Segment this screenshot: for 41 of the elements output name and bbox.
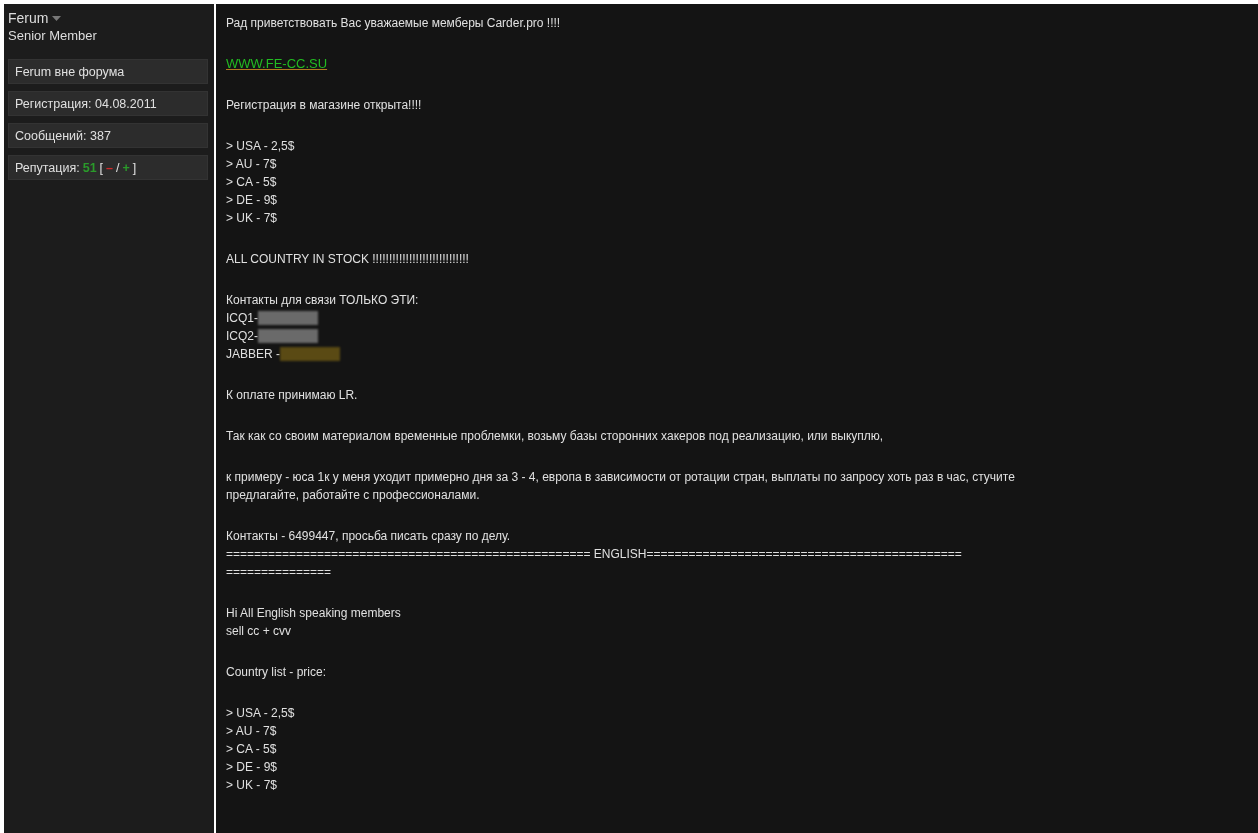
reputation-part: [ — [99, 161, 104, 174]
contact-label: JABBER - — [226, 346, 280, 363]
reputation-part: / — [116, 161, 120, 174]
post-text: к примеру - юса 1к у меня уходит примерно дня за 3 - 4, европа в зависимости от ротации стран, выплаты по запросу хоть раз в час, стучите — [226, 469, 1016, 486]
contact-label: ICQ2- — [226, 328, 258, 345]
post-text: ALL COUNTRY IN STOCK !!!!!!!!!!!!!!!!!!!!!!!!!!!!! — [226, 251, 470, 268]
reputation-part: + — [122, 161, 130, 174]
user-title: Senior Member — [8, 28, 98, 43]
caret-icon[interactable] — [52, 15, 62, 21]
post-text: Контакты для связи ТОЛЬКО ЭТИ: — [226, 292, 420, 309]
post-text: > CA - 5$ — [226, 741, 278, 758]
post-text: Так как со своим материалом временные проблемки, возьму базы сторонних хакеров под реализацию, или выкуплю, — [226, 428, 885, 445]
info-box: Ferum вне форума — [8, 59, 208, 84]
post-text: sell cc + cvv — [226, 623, 292, 640]
post-text: > USA - 2,5$ — [226, 705, 296, 722]
info-box: Регистрация: 04.08.2011 — [8, 91, 208, 116]
post-text: > CA - 5$ — [226, 174, 278, 191]
info-box: Сообщений: 387 — [8, 123, 208, 148]
reputation-part: ] — [132, 161, 137, 174]
post-text: > DE - 9$ — [226, 192, 279, 209]
post-text: > USA - 2,5$ — [226, 138, 296, 155]
post-text: > UK - 7$ — [226, 210, 279, 227]
post-text: Контакты - 6499447, просьба писать сразу по делу. — [226, 528, 512, 545]
post-text: > UK - 7$ — [226, 777, 279, 794]
post-text: ==================================================== ENGLISH============================================= — [226, 546, 963, 563]
post-text: Регистрация в магазине открыта!!!! — [226, 97, 423, 114]
reputation-part: 51 — [82, 161, 97, 174]
username-link[interactable]: Ferum — [8, 10, 49, 26]
post-text: К оплате принимаю LR. — [226, 387, 359, 404]
post-text: > AU - 7$ — [226, 723, 278, 740]
post-text: Country list - price: — [226, 664, 328, 681]
post-text: предлагайте, работайте с профессионалами. — [226, 487, 481, 504]
contact-label: ICQ1- — [226, 310, 258, 327]
post-text: =============== — [226, 564, 333, 581]
shop-link[interactable]: WWW.FE-CC.SU — [226, 56, 328, 71]
post-text: Hi All English speaking members — [226, 605, 402, 622]
reputation-part: – — [106, 161, 114, 174]
reputation-part: Репутация: — [15, 161, 80, 174]
post-text: > DE - 9$ — [226, 759, 279, 776]
post-text: Рад приветствовать Вас уважаемые мемберы Carder.pro !!!! — [226, 15, 562, 32]
post-text: > AU - 7$ — [226, 156, 278, 173]
